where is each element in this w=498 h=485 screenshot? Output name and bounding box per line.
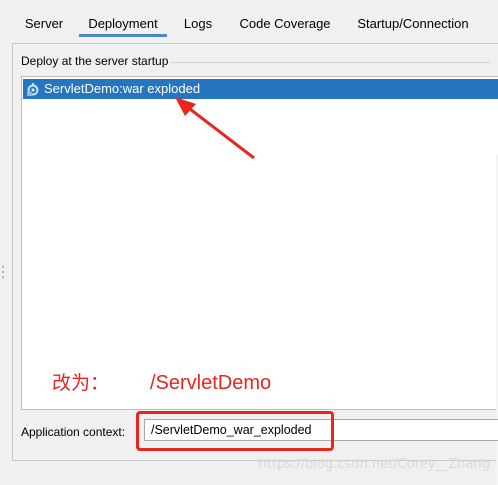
group-divider — [170, 62, 490, 63]
watermark: https://blog.csdn.net/Corey__Zhang — [258, 457, 490, 472]
tab-logs[interactable]: Logs — [177, 0, 219, 35]
application-context-label: Application context: — [21, 425, 126, 439]
annotation-value: /ServletDemo — [150, 372, 272, 394]
deploy-artifact-list[interactable]: ServletDemo:war exploded — [21, 76, 498, 485]
tab-server[interactable]: Server — [17, 0, 71, 35]
list-item[interactable]: ServletDemo:war exploded — [23, 79, 498, 99]
tab-deployment[interactable]: Deployment — [79, 0, 167, 37]
artifact-icon — [27, 83, 39, 96]
annotation-label: 改为： — [52, 373, 110, 394]
tab-bar: Server Deployment Logs Code Coverage Sta… — [0, 0, 498, 37]
tab-startup-connection[interactable]: Startup/Connection — [349, 0, 477, 35]
tab-code-coverage[interactable]: Code Coverage — [231, 0, 339, 35]
list-item-label: ServletDemo:war exploded — [44, 81, 201, 96]
highlight-box — [136, 411, 334, 451]
splitter-grip-icon[interactable] — [1, 265, 5, 279]
deploy-group-title: Deploy at the server startup — [21, 54, 169, 68]
